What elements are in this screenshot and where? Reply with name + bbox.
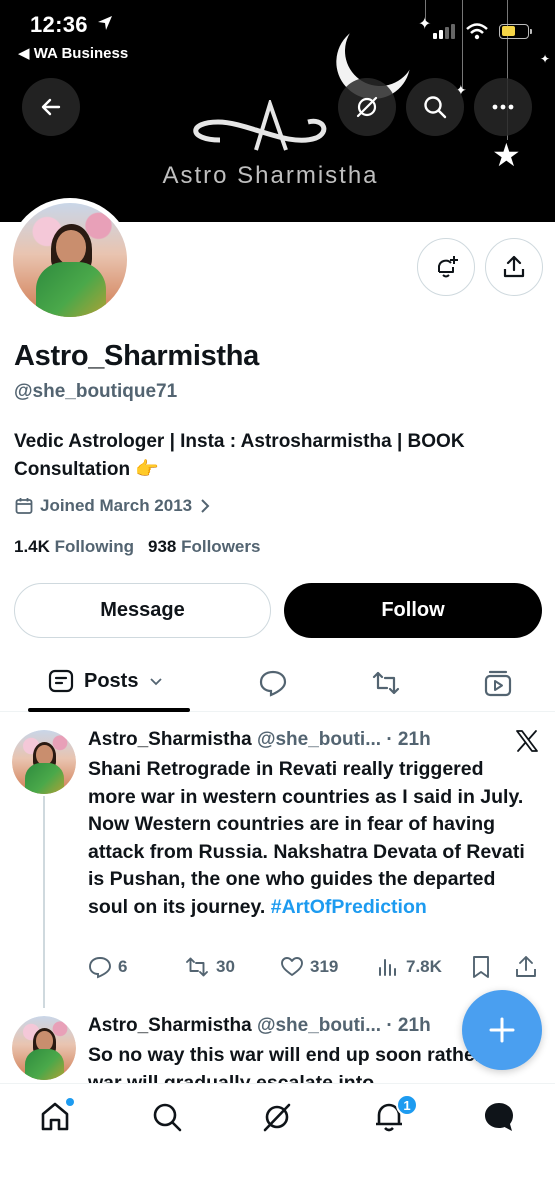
joined-date-text: Joined March 2013 [40,496,193,515]
explore-search-icon[interactable] [150,1100,184,1134]
bookmark-button[interactable] [470,955,492,979]
back-to-app-link[interactable]: ◀ WA Business [18,44,128,62]
grok-nav-icon[interactable] [260,1100,294,1134]
tweet-avatar[interactable] [12,730,76,794]
tweet-handle-time: @she_bouti... · 21h [256,1015,431,1036]
avatar-photo [13,203,127,317]
tweet-hashtag-link[interactable]: #ArtOfPrediction [271,896,427,918]
repost-icon [186,957,208,977]
tweet-actions: 6 30 319 7.8K [88,955,548,983]
tab-media[interactable] [483,668,513,698]
share-tweet-button[interactable] [514,955,538,979]
tweet-avatar[interactable] [12,1016,76,1080]
back-button[interactable] [22,78,80,136]
followers-label: Followers [181,537,261,556]
follow-stats: 1.4K Following 938 Followers [14,537,260,557]
location-arrow-icon [98,16,112,30]
profile-banner[interactable]: ✦ ✦ ★ ✦ Astro Sharmistha 12:36 ◀ WA Busi… [0,0,555,222]
like-button[interactable]: 319 [280,955,338,979]
tweet-header: Astro_Sharmistha @she_bouti... · 21h [88,1015,431,1037]
chevron-down-icon [150,678,163,686]
bookmark-icon [473,956,489,978]
search-button[interactable] [406,78,464,136]
share-icon [503,255,525,278]
reply-button[interactable]: 6 [88,955,127,979]
tweet-handle-time: @she_bouti... · 21h [256,729,431,750]
cell-signal-icon [433,23,455,39]
following-label: Following [54,537,134,556]
status-time: 12:36 [30,12,88,37]
views-chart-icon [379,959,396,976]
arrow-left-icon [41,98,61,116]
thread-line [43,796,45,1008]
active-tab-indicator [28,708,190,712]
status-indicators [433,22,532,40]
tweet-body-text: Shani Retrograde in Revati really trigge… [88,758,525,918]
heart-icon [281,957,303,976]
tweet-author-name[interactable]: Astro_Sharmistha [88,729,252,750]
calendar-icon [15,498,33,514]
followers-count: 938 [147,537,177,556]
posts-tab-icon [48,669,74,693]
notifications-badge: 1 [396,1094,418,1116]
profile-tabs: Posts [0,652,555,712]
home-unread-dot [66,1098,74,1106]
reply-count: 6 [118,957,128,976]
chevron-right-icon [201,499,210,513]
x-logo-icon [516,730,538,752]
bell-plus-icon [438,256,458,278]
status-bar: 12:36 ◀ WA Business [0,0,555,70]
follow-button[interactable]: Follow [284,583,542,638]
tweet-header: Astro_Sharmistha @she_bouti... · 21h [88,729,431,751]
repost-count: 30 [216,957,235,976]
message-button[interactable]: Message [14,583,271,638]
tweet-text: Shani Retrograde in Revati really trigge… [88,756,533,921]
compose-post-button[interactable] [462,990,542,1070]
followers-link[interactable]: 938 Followers [148,537,260,557]
following-link[interactable]: 1.4K Following [14,537,134,557]
search-icon [424,96,447,119]
grok-icon [356,96,378,118]
more-options-button[interactable] [474,78,532,136]
profile-display-name: Astro_Sharmistha [14,340,259,372]
grok-button[interactable] [338,78,396,136]
repost-button[interactable]: 30 [184,955,235,979]
tab-posts[interactable]: Posts [48,668,164,694]
following-count: 1.4K [14,537,50,556]
joined-date-link[interactable]: Joined March 2013 [14,496,212,516]
views-button[interactable]: 7.8K [376,955,442,979]
plus-icon [489,1017,515,1043]
wifi-icon [466,23,488,40]
profile-handle: @she_boutique71 [14,381,178,402]
share-profile-button[interactable] [485,238,543,296]
tweet-author-name[interactable]: Astro_Sharmistha [88,1015,252,1036]
bottom-navigation: 1 [0,1083,555,1200]
battery-icon [499,23,532,39]
brand-logo-text: Astro Sharmistha [162,162,379,189]
tab-reposts[interactable] [370,668,402,698]
reply-icon [89,957,111,979]
notify-subscribe-button[interactable] [417,238,475,296]
tab-replies[interactable] [258,668,288,698]
star-icon: ★ [492,137,521,173]
share-icon [516,956,536,977]
messages-bubble-icon[interactable] [482,1100,516,1134]
views-count: 7.8K [406,957,442,976]
like-count: 319 [310,957,339,976]
more-dots-icon [492,104,514,110]
tab-posts-label: Posts [84,669,139,692]
profile-avatar[interactable] [8,198,132,322]
profile-bio: Vedic Astrologer | Insta : Astrosharmist… [14,431,465,480]
